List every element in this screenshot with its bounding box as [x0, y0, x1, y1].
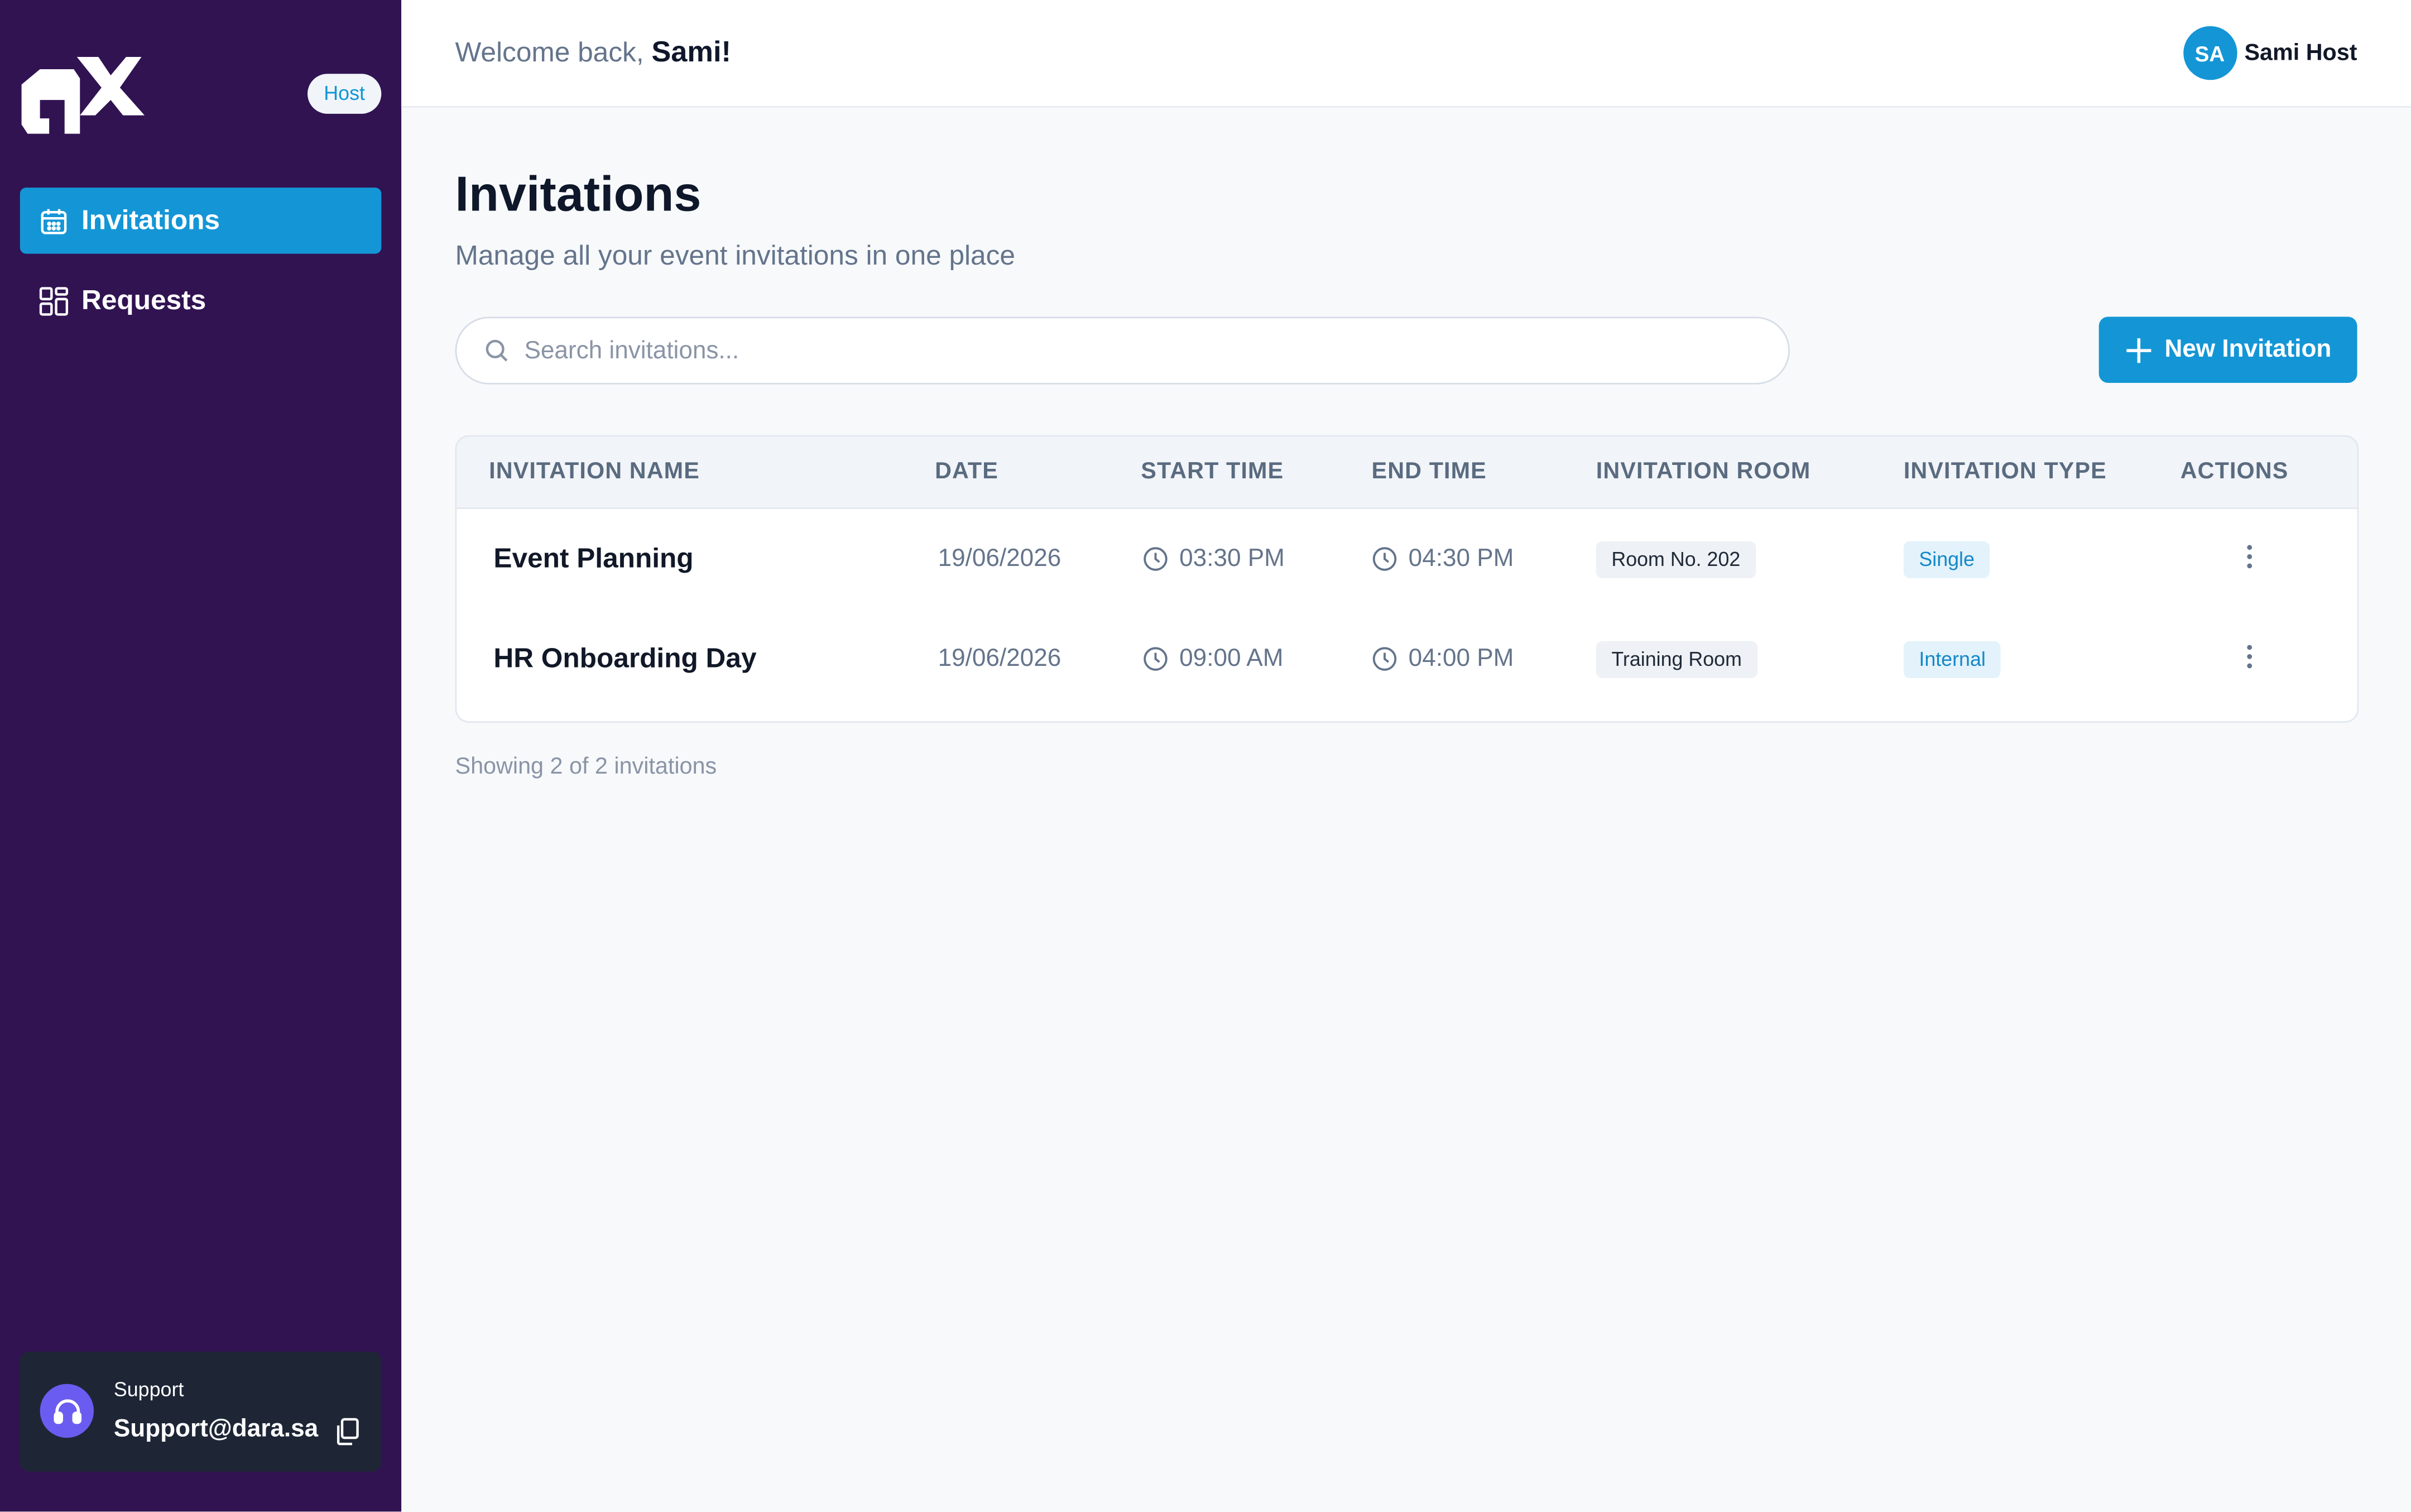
table-row[interactable]: Event Planning 19/06/2026 03:30 PM 04:30… [457, 509, 2357, 609]
plus-icon [2125, 336, 2153, 364]
new-invitation-button[interactable]: New Invitation [2098, 316, 2357, 383]
end-time-value: 04:30 PM [1408, 545, 1514, 572]
room-cell: Training Room [1596, 609, 1757, 709]
type-cell: Single [1903, 509, 1990, 609]
column-header-end-time[interactable]: END TIME [1372, 436, 1487, 507]
room-cell: Room No. 202 [1596, 509, 1756, 609]
support-label: Support [113, 1377, 184, 1401]
table-row[interactable]: HR Onboarding Day 19/06/2026 09:00 AM 04… [457, 609, 2357, 709]
search-box [455, 316, 1790, 386]
column-header-start-time[interactable]: START TIME [1141, 436, 1284, 507]
copy-icon[interactable] [335, 1418, 360, 1446]
sidebar: Host Invitations Requests Support Suppor… [0, 0, 402, 1512]
welcome-prefix: Welcome back, [455, 37, 652, 68]
table-header: INVITATION NAME DATE START TIME END TIME… [457, 436, 2357, 509]
end-time: 04:30 PM [1372, 509, 1514, 609]
avatar: SA [2183, 26, 2237, 80]
sidebar-item-requests[interactable]: Requests [20, 267, 381, 333]
sidebar-item-label: Invitations [81, 204, 220, 236]
support-card: Support Support@dara.sa [20, 1351, 382, 1472]
grid-icon [39, 285, 69, 316]
invitation-date: 19/06/2026 [938, 545, 1062, 572]
ax-logo[interactable] [18, 54, 145, 134]
page-subtitle: Manage all your event invitations in one… [455, 239, 1016, 271]
invitation-date: 19/06/2026 [938, 645, 1062, 671]
welcome-message: Welcome back, Sami! [455, 37, 731, 71]
invitation-name[interactable]: Event Planning [493, 509, 693, 609]
type-badge: Internal [1903, 640, 2001, 678]
sidebar-item-invitations[interactable]: Invitations [20, 188, 382, 254]
clock-icon [1142, 646, 1169, 672]
user-name: Sami Host [2244, 40, 2357, 66]
page-title: Invitations [455, 166, 702, 222]
column-header-actions: ACTIONS [2180, 458, 2289, 484]
column-header-date[interactable]: DATE [935, 436, 998, 507]
welcome-name: Sami! [651, 37, 731, 69]
role-badge: Host [308, 74, 382, 114]
sidebar-item-label: Requests [81, 284, 206, 315]
type-cell: Internal [1903, 609, 2001, 709]
app-root: Host Invitations Requests Support Suppor… [0, 0, 2411, 1512]
search-icon [486, 339, 508, 362]
column-header-room[interactable]: INVITATION ROOM [1596, 436, 1811, 507]
type-badge: Single [1903, 540, 1990, 578]
end-time-value: 04:00 PM [1408, 645, 1514, 671]
actions-cell [2237, 609, 2262, 709]
support-email[interactable]: Support@dara.sa [114, 1416, 318, 1444]
new-invitation-label: New Invitation [2164, 335, 2332, 362]
room-badge: Room No. 202 [1596, 540, 1756, 578]
column-header-type[interactable]: INVITATION TYPE [1904, 436, 2107, 507]
results-count: Showing 2 of 2 invitations [455, 753, 717, 780]
end-time: 04:00 PM [1372, 609, 1514, 709]
start-time: 03:30 PM [1142, 509, 1285, 609]
search-input[interactable] [521, 318, 1758, 386]
more-options-icon[interactable] [2237, 644, 2262, 674]
invitations-table: INVITATION NAME DATE START TIME END TIME… [455, 435, 2359, 723]
calendar-icon [39, 205, 69, 236]
top-header: Welcome back, Sami! SA Sami Host [401, 0, 2411, 108]
start-time-value: 03:30 PM [1179, 545, 1285, 572]
headset-icon [40, 1384, 94, 1438]
column-header-name[interactable]: INVITATION NAME [489, 436, 700, 507]
invitation-name[interactable]: HR Onboarding Day [493, 609, 756, 709]
clock-icon [1372, 646, 1398, 672]
clock-icon [1372, 546, 1398, 572]
more-options-icon[interactable] [2237, 544, 2262, 574]
user-menu[interactable]: SA Sami Host [2183, 26, 2357, 80]
actions-cell [2237, 509, 2262, 609]
start-time-value: 09:00 AM [1179, 645, 1284, 671]
room-badge: Training Room [1596, 640, 1757, 678]
clock-icon [1142, 546, 1169, 572]
start-time: 09:00 AM [1142, 609, 1283, 709]
